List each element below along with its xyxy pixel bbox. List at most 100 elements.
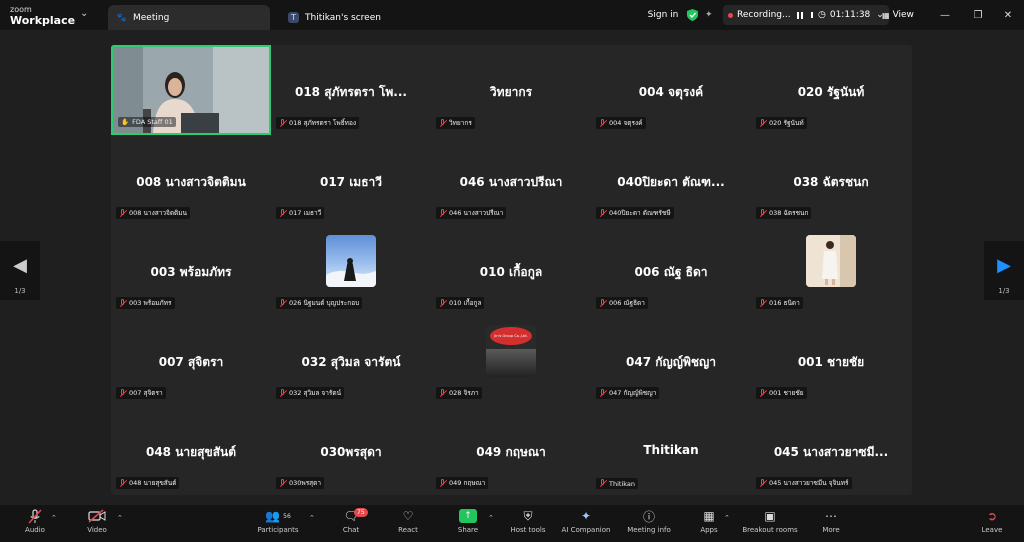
participant-tile-photo[interactable]: Jin's Group Co.,Ltd. 028 จิรภา xyxy=(431,315,591,405)
mic-muted-icon xyxy=(439,478,446,488)
participant-tile[interactable]: 045 นางสาวยาซมี... 045 นางสาวยาซมีน จุจิ… xyxy=(751,405,911,495)
participant-name: 016 ธนิดา xyxy=(769,299,800,307)
leave-button[interactable]: ➲ Leave xyxy=(977,508,1007,542)
participants-button[interactable]: 👥 56 Participants xyxy=(255,508,301,542)
participant-name: Thitikan xyxy=(609,479,636,488)
recording-label: Recording... xyxy=(737,10,791,20)
participant-tile[interactable]: 017 เมธาวี 017 เมธาวี xyxy=(271,135,431,225)
participant-name: 038 ฉัตรชนก xyxy=(769,209,809,217)
ai-companion-button[interactable]: ✦ AI Companion xyxy=(558,508,614,542)
close-icon[interactable]: ✕ xyxy=(998,6,1018,24)
participant-tile[interactable]: 032 สุวิมล จารัตน์ 032 สุวิมล จารัตน์ xyxy=(271,315,431,405)
timer-value: 01:11:38 xyxy=(829,10,871,20)
chevron-up-icon[interactable]: ⌃ xyxy=(488,514,494,522)
participant-tile[interactable]: Thitikan Thitikan xyxy=(591,405,751,495)
participant-tile-name: 006 ณัฐ ธิดา xyxy=(634,265,708,279)
participant-tile-name: 003 พร้อมภัทร xyxy=(150,265,232,279)
participant-tile-photo[interactable]: 026 นิฐมนต์ บุญประกอบ xyxy=(271,225,431,315)
mic-muted-icon xyxy=(759,478,766,488)
view-label: View xyxy=(892,10,914,20)
audio-button[interactable]: Audio xyxy=(20,508,50,542)
apps-button[interactable]: ▦ Apps xyxy=(695,508,723,542)
chat-button[interactable]: 🗨 75 Chat xyxy=(336,508,368,542)
chevron-down-icon[interactable]: ⌄ xyxy=(80,8,88,19)
participant-label: 028 จิรภา xyxy=(436,387,482,399)
participant-tile[interactable]: 049 กฤษณา 049 กฤษณา xyxy=(431,405,591,495)
view-button[interactable]: ▦ View xyxy=(882,5,914,25)
more-icon: ⋯ xyxy=(825,509,837,523)
recording-indicator[interactable]: Recording... xyxy=(723,5,822,25)
sign-in-label: Sign in xyxy=(647,10,679,20)
participant-tile[interactable]: 008 นางสาวจิตติมน 008 นางสาวจิตติมน xyxy=(111,135,271,225)
react-button[interactable]: ♡ React xyxy=(393,508,423,542)
paw-icon: 🐾 xyxy=(116,13,127,22)
participant-label: 003 พร้อมภัทร xyxy=(116,297,175,309)
clock-icon: ◷ xyxy=(818,10,826,20)
participant-tile[interactable]: 030พรสุดา 030พรสุดา xyxy=(271,405,431,495)
mic-muted-icon xyxy=(119,478,126,488)
participant-tile-photo[interactable]: 016 ธนิดา xyxy=(751,225,911,315)
participant-tile-name: 032 สุวิมล จารัตน์ xyxy=(301,355,401,369)
participant-tile[interactable]: 040ปิยะดา ตัณฑ... 040ปิยะดา ตัณฑรัชษี xyxy=(591,135,751,225)
chevron-up-icon[interactable]: ⌃ xyxy=(309,514,315,522)
participant-tile[interactable]: 001 ชายชัย 001 ชายชัย xyxy=(751,315,911,405)
participant-name: 007 สุจิตรา xyxy=(129,389,163,397)
participant-tile-video[interactable]: ✋ FDA Staff 01 xyxy=(111,45,271,135)
participant-tile-name: 049 กฤษณา xyxy=(476,445,546,459)
participant-tile[interactable]: 018 สุภัทรตรา โพ... 018 สุภัทรตรา โพธิ์ท… xyxy=(271,45,431,135)
restore-icon[interactable]: ❐ xyxy=(968,6,988,24)
participant-label: 030พรสุดา xyxy=(276,477,325,489)
next-page-button[interactable]: ▶ 1/3 xyxy=(984,241,1024,300)
participant-tile[interactable]: 046 นางสาวปรีณา 046 นางสาวปรีณา xyxy=(431,135,591,225)
meeting-timer[interactable]: ◷ 01:11:38 ⌄ xyxy=(813,5,889,25)
participant-tile-name: 008 นางสาวจิตติมน xyxy=(136,175,246,189)
mic-muted-icon xyxy=(279,388,286,398)
mic-muted-icon xyxy=(439,388,446,398)
host-tools-button[interactable]: ⛨ Host tools xyxy=(506,508,550,542)
participant-tile[interactable]: 006 ณัฐ ธิดา 006 ณัฐธิดา xyxy=(591,225,751,315)
chevron-up-icon[interactable]: ⌃ xyxy=(51,514,57,522)
sparkle-icon[interactable]: ✦ xyxy=(705,5,719,25)
participant-tile[interactable]: วิทยากร วิทยากร xyxy=(431,45,591,135)
participant-tile[interactable]: 003 พร้อมภัทร 003 พร้อมภัทร xyxy=(111,225,271,315)
chevron-up-icon[interactable]: ⌃ xyxy=(724,514,730,522)
participant-tile[interactable]: 048 นายสุขสันต์ 048 นายสุขสันต์ xyxy=(111,405,271,495)
shield-icon[interactable] xyxy=(687,5,701,25)
share-button[interactable]: ↑ Share xyxy=(453,508,483,542)
raise-hand-icon: ✋ xyxy=(121,118,130,126)
participant-label: 032 สุวิมล จารัตน์ xyxy=(276,387,345,399)
gallery-grid: ✋ FDA Staff 01 018 สุภัทรตรา โพ... 018 สุ… xyxy=(111,45,912,495)
mic-muted-icon xyxy=(599,388,606,398)
tab-meeting[interactable]: 🐾 Meeting xyxy=(108,5,270,30)
profile-photo: Jin's Group Co.,Ltd. xyxy=(486,325,536,377)
participant-label: 045 นางสาวยาซมีน จุจินทร์ xyxy=(756,477,852,489)
participant-tile[interactable]: 007 สุจิตรา 007 สุจิตรา xyxy=(111,315,271,405)
tab-shared-screen[interactable]: T Thitikan's screen xyxy=(280,5,470,30)
tab-avatar: T xyxy=(288,12,299,23)
participant-tile[interactable]: 047 กัญญ์พิชญา 047 กัญญ์พิชญา xyxy=(591,315,751,405)
participant-tile[interactable]: 038 ฉัตรชนก 038 ฉัตรชนก xyxy=(751,135,911,225)
video-button[interactable]: Video xyxy=(82,508,112,542)
prev-page-button[interactable]: ◀ 1/3 xyxy=(0,241,40,300)
participant-tile[interactable]: 020 รัฐนันท์ 020 รัฐนันท์ xyxy=(751,45,911,135)
minimize-icon[interactable]: — xyxy=(935,6,955,24)
sign-in-button[interactable]: Sign in xyxy=(640,5,686,25)
participant-label: 046 นางสาวปรีณา xyxy=(436,207,507,219)
more-button[interactable]: ⋯ More xyxy=(817,508,845,542)
arrow-left-icon: ◀ xyxy=(13,255,27,276)
pause-icon[interactable] xyxy=(796,11,803,19)
participant-label: ✋ FDA Staff 01 xyxy=(118,117,176,127)
participant-tile[interactable]: 004 จตุรงค์ 004 จตุรงค์ xyxy=(591,45,751,135)
participant-tile[interactable]: 010 เกื้อกูล 010 เกื้อกูล xyxy=(431,225,591,315)
breakout-rooms-button[interactable]: ▣ Breakout rooms xyxy=(740,508,800,542)
company-logo-text: Jin's Group Co.,Ltd. xyxy=(494,334,528,338)
participant-label: 006 ณัฐธิดา xyxy=(596,297,648,309)
sparkle-icon: ✦ xyxy=(580,509,592,523)
chevron-up-icon[interactable]: ⌃ xyxy=(117,514,123,522)
participant-label: 040ปิยะดา ตัณฑรัชษี xyxy=(596,207,674,219)
meeting-info-button[interactable]: ⓘ Meeting info xyxy=(624,508,674,542)
heart-icon: ♡ xyxy=(402,509,414,523)
participants-count: 56 xyxy=(283,512,291,520)
mic-muted-icon xyxy=(279,478,286,488)
chat-label: Chat xyxy=(342,526,360,534)
